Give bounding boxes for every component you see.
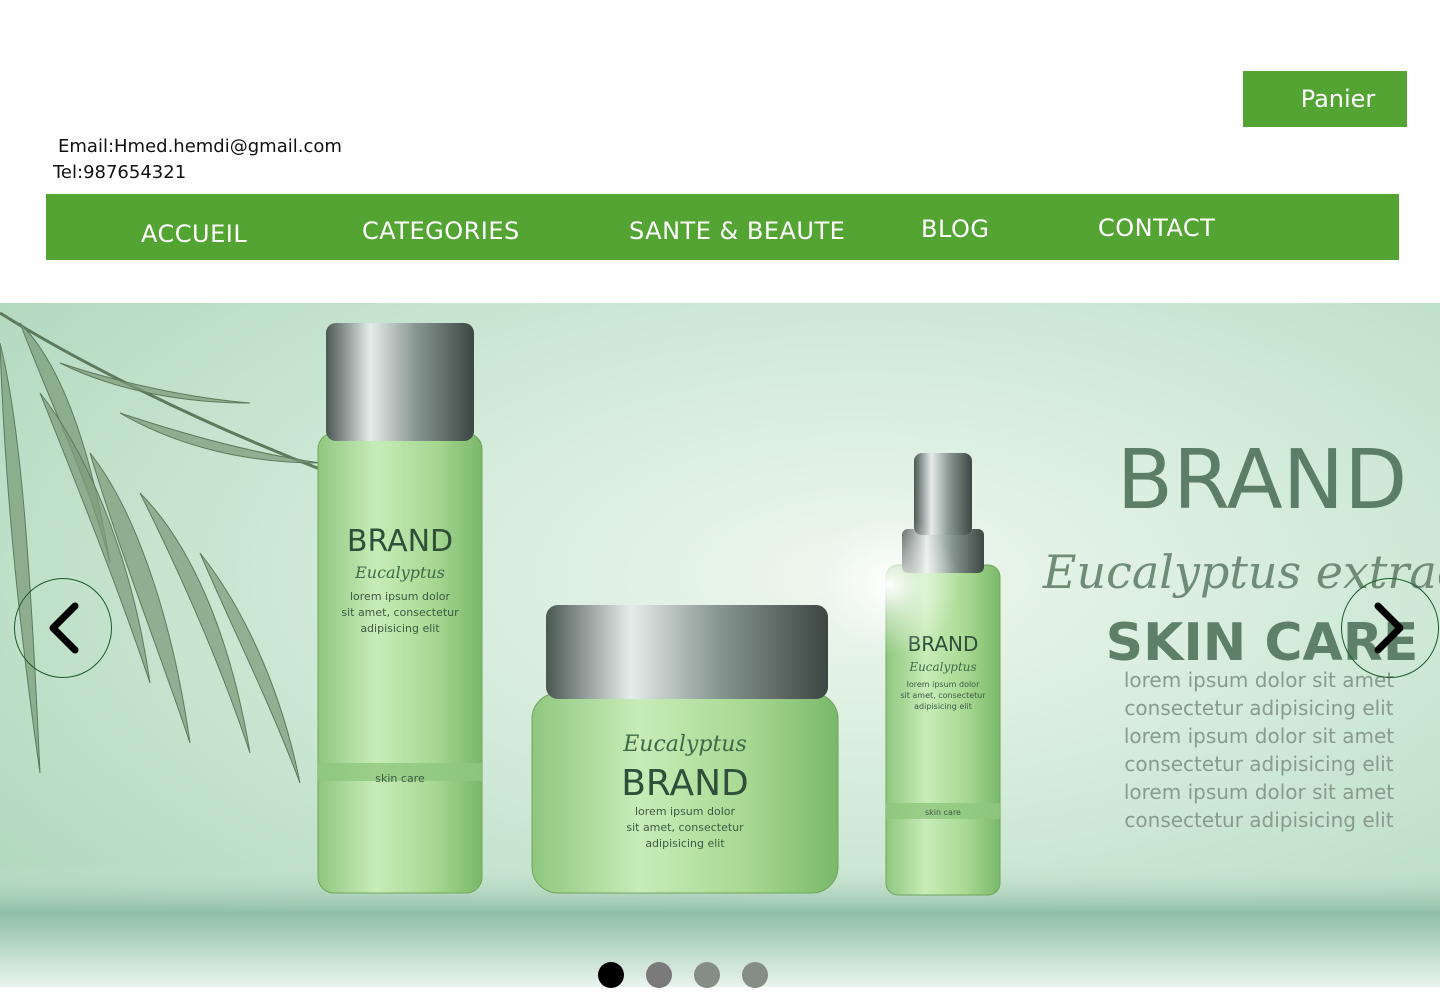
jar-text-1: lorem ipsum dolor: [635, 805, 735, 818]
nav-item-blog[interactable]: BLOG: [921, 215, 989, 243]
hero-brand: BRAND: [1117, 433, 1407, 528]
carousel-indicators: [598, 962, 768, 988]
jar-sub: Eucalyptus: [622, 732, 747, 757]
bottle-label: skin care: [375, 772, 425, 785]
hero-body-3: lorem ipsum dolor sit amet: [1124, 724, 1394, 748]
spray-text-2: sit amet, consectetur: [900, 691, 986, 700]
bottle-text-3: adipisicing elit: [360, 622, 440, 635]
lens-flare: [820, 515, 960, 655]
nav-item-contact[interactable]: CONTACT: [1098, 214, 1215, 242]
jar-text-3: adipisicing elit: [645, 837, 725, 850]
toner-bottle: BRAND Eucalyptus lorem ipsum dolor sit a…: [317, 323, 483, 894]
hero-body-1: lorem ipsum dolor sit amet: [1124, 668, 1394, 692]
bottle-sub: Eucalyptus: [354, 563, 445, 582]
contact-phone: Tel:987654321: [53, 162, 187, 183]
spray-sub: Eucalyptus: [908, 660, 976, 674]
spray-label: skin care: [925, 808, 961, 817]
chevron-right-icon: [1374, 602, 1404, 654]
hero-body-5: lorem ipsum dolor sit amet: [1124, 780, 1394, 804]
hero-body-4: consectetur adipisicing elit: [1124, 752, 1393, 776]
carousel-dot-3[interactable]: [694, 962, 720, 988]
contact-email: Email:Hmed.hemdi@gmail.com: [58, 136, 342, 157]
bottle-brand: BRAND: [347, 524, 453, 559]
nav-item-sante-beaute[interactable]: SANTE & BEAUTE: [629, 217, 845, 245]
spray-text-3: adipisicing elit: [914, 702, 972, 711]
carousel-dot-4[interactable]: [742, 962, 768, 988]
hero-slider: BRAND Eucalyptus lorem ipsum dolor sit a…: [0, 303, 1440, 987]
carousel-prev-button[interactable]: [14, 578, 112, 678]
hero-body-2: consectetur adipisicing elit: [1124, 696, 1393, 720]
carousel-next-button[interactable]: [1341, 578, 1439, 678]
bottle-text-2: sit amet, consectetur: [341, 606, 459, 619]
jar-brand: BRAND: [621, 763, 749, 804]
bottle-text-1: lorem ipsum dolor: [350, 590, 450, 603]
main-navbar: ACCUEIL CATEGORIES SANTE & BEAUTE BLOG C…: [46, 194, 1399, 260]
chevron-left-icon: [49, 602, 79, 654]
carousel-dot-1[interactable]: [598, 962, 624, 988]
spray-bottle: BRAND Eucalyptus lorem ipsum dolor sit a…: [820, 453, 1001, 896]
hero-image: BRAND Eucalyptus lorem ipsum dolor sit a…: [0, 311, 1440, 987]
carousel-dot-2[interactable]: [646, 962, 672, 988]
nav-item-categories[interactable]: CATEGORIES: [362, 217, 520, 245]
spray-text-1: lorem ipsum dolor: [907, 680, 980, 689]
cart-button[interactable]: Panier: [1243, 71, 1407, 127]
hero-body-6: consectetur adipisicing elit: [1124, 808, 1393, 832]
jar-text-2: sit amet, consectetur: [626, 821, 744, 834]
nav-item-accueil[interactable]: ACCUEIL: [141, 220, 247, 248]
cream-jar: Eucalyptus BRAND lorem ipsum dolor sit a…: [531, 605, 839, 894]
eucalyptus-branch: [0, 311, 331, 784]
